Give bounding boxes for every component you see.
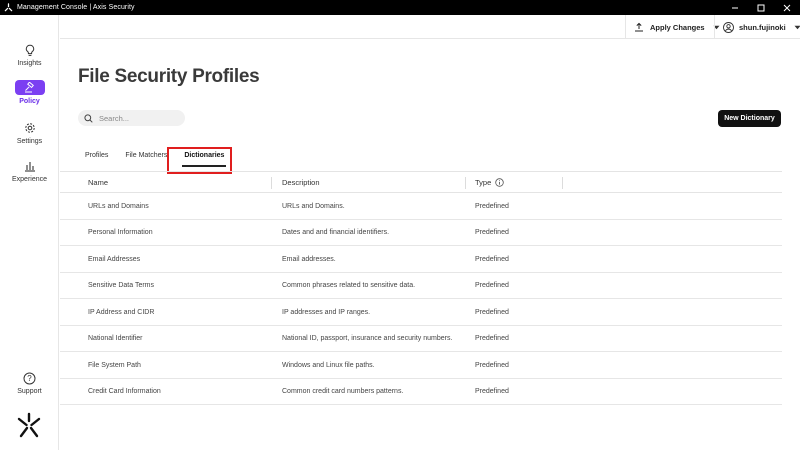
cell-type: Predefined — [475, 361, 509, 369]
column-header-type[interactable]: Type — [475, 172, 504, 193]
cell-name: Sensitive Data Terms — [88, 282, 155, 289]
sidebar-item-label: Experience — [11, 176, 48, 183]
help-circle-icon: ? — [0, 371, 59, 385]
app-logo-icon — [3, 3, 13, 13]
cell-name: IP Address and CIDR — [88, 308, 155, 316]
tab-highlight-box — [167, 147, 232, 174]
sidebar-item-policy[interactable]: Policy — [0, 80, 59, 105]
cell-name: National Identifier — [88, 335, 143, 342]
cell-name: Credit Card Information — [88, 388, 161, 395]
sidebar-item-settings[interactable]: Settings — [0, 121, 59, 145]
tab-file-matchers[interactable]: File Matchers — [118, 147, 174, 167]
cell-name: URLs and Domains — [88, 202, 149, 210]
sidebar-item-label: Support — [17, 388, 42, 395]
sidebar: Insights Policy Settings Experience ? Su… — [0, 15, 59, 450]
svg-text:?: ? — [27, 374, 32, 383]
table-row[interactable]: File System Path Windows and Linux file … — [60, 352, 782, 379]
apply-changes-label: Apply Changes — [650, 22, 705, 32]
cell-description: URLs and Domains. — [282, 202, 345, 210]
cell-name: Personal Information — [88, 229, 153, 236]
table-row[interactable]: National Identifier National ID, passpor… — [60, 326, 782, 352]
cell-description: National ID, passport, insurance and sec… — [282, 335, 453, 342]
table-row[interactable]: Personal Information Dates and and finan… — [60, 220, 782, 246]
apply-changes-button[interactable]: Apply Changes — [625, 15, 720, 39]
cell-type: Predefined — [475, 335, 509, 342]
search-input[interactable] — [99, 113, 179, 123]
cell-description: Windows and Linux file paths. — [282, 361, 375, 369]
minimize-icon[interactable] — [722, 0, 748, 15]
cell-type: Predefined — [475, 388, 509, 395]
table-row[interactable]: Email Addresses Email addresses. Predefi… — [60, 246, 782, 273]
username: shun.fujinoki — [739, 22, 786, 32]
maximize-icon[interactable] — [748, 0, 774, 15]
sidebar-item-label: Policy — [19, 98, 40, 105]
column-divider — [465, 177, 466, 189]
table-header: Name Description Type — [60, 171, 782, 193]
user-avatar-icon — [723, 21, 734, 33]
column-header-label: Type — [475, 178, 492, 187]
cell-description: IP addresses and IP ranges. — [282, 308, 371, 316]
top-header: Apply Changes shun.fujinoki — [60, 15, 800, 39]
cell-name: File System Path — [88, 361, 141, 369]
cell-type: Predefined — [475, 308, 509, 316]
column-header-description[interactable]: Description — [282, 172, 320, 193]
sidebar-item-label: Settings — [16, 138, 43, 145]
cell-type: Predefined — [475, 282, 509, 289]
chevron-down-icon — [794, 25, 800, 30]
page-title: File Security Profiles — [78, 66, 260, 87]
lightbulb-icon — [0, 43, 59, 57]
search-box[interactable] — [78, 110, 185, 126]
window-titlebar: Management Console | Axis Security — [0, 0, 800, 15]
cell-description: Dates and and financial identifiers. — [282, 229, 390, 236]
dictionaries-table: Name Description Type URLs and Domains U… — [60, 171, 782, 405]
cell-type: Predefined — [475, 229, 509, 236]
user-menu[interactable]: shun.fujinoki — [714, 15, 800, 39]
sidebar-item-experience[interactable]: Experience — [0, 159, 59, 183]
tab-profiles[interactable]: Profiles — [78, 147, 115, 167]
search-icon — [84, 113, 93, 123]
info-icon[interactable] — [495, 178, 504, 187]
close-icon[interactable] — [774, 0, 800, 15]
gear-icon — [0, 121, 59, 135]
table-row[interactable]: Credit Card Information Common credit ca… — [60, 379, 782, 405]
cell-type: Predefined — [475, 255, 509, 263]
column-divider — [271, 177, 272, 189]
cell-description: Common credit card numbers patterns. — [282, 388, 404, 395]
gavel-icon — [14, 80, 45, 95]
cell-description: Common phrases related to sensitive data… — [282, 282, 416, 289]
upload-icon — [634, 22, 644, 32]
column-header-name[interactable]: Name — [88, 172, 108, 193]
table-row[interactable]: URLs and Domains URLs and Domains. Prede… — [60, 193, 782, 220]
cell-type: Predefined — [475, 202, 509, 210]
table-row[interactable]: IP Address and CIDR IP addresses and IP … — [60, 299, 782, 326]
cell-description: Email addresses. — [282, 255, 336, 263]
bar-chart-icon — [0, 159, 59, 173]
new-dictionary-button[interactable]: New Dictionary — [718, 110, 781, 127]
sidebar-item-insights[interactable]: Insights — [0, 43, 59, 67]
window-title: Management Console | Axis Security — [17, 4, 135, 11]
sidebar-item-support[interactable]: ? Support — [0, 371, 59, 395]
table-row[interactable]: Sensitive Data Terms Common phrases rela… — [60, 273, 782, 299]
cell-name: Email Addresses — [88, 255, 141, 263]
axis-logo-icon — [16, 412, 42, 438]
column-divider — [562, 177, 563, 189]
sidebar-item-label: Insights — [17, 60, 42, 67]
